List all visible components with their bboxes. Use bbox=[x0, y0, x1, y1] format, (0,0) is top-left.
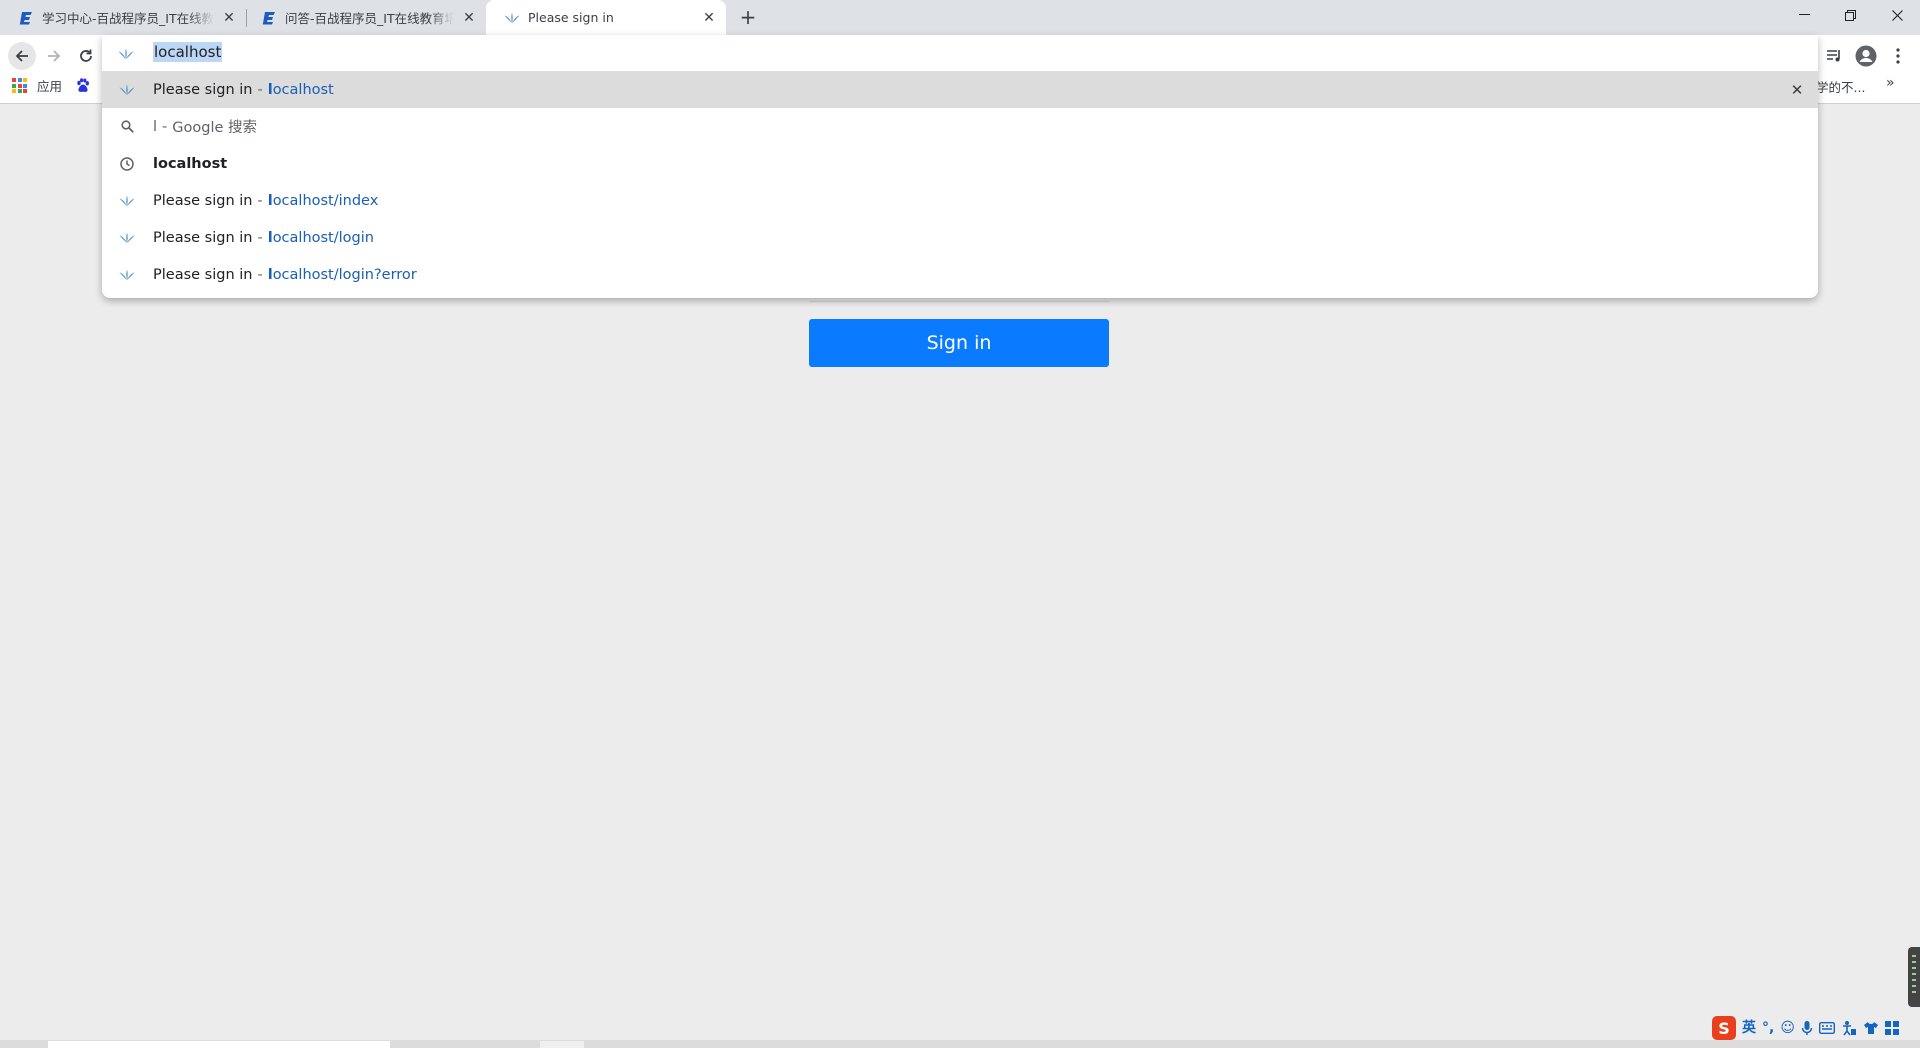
suggestion-separator: - bbox=[162, 118, 168, 135]
spring-icon bbox=[118, 266, 136, 284]
arrow-left-icon bbox=[15, 50, 28, 62]
suggestion-query: l bbox=[153, 118, 158, 135]
emoji-icon[interactable]: ☺ bbox=[1780, 1018, 1795, 1038]
restore-icon bbox=[1844, 9, 1856, 21]
suggestion-item[interactable]: Please sign in - localhost/index bbox=[102, 182, 1818, 219]
spring-icon bbox=[118, 45, 134, 64]
tab-strip: 学习中心-百战程序员_IT在线教育 ✕ 问答-百战程序员_IT在线教育培训 ✕ … bbox=[0, 0, 1920, 35]
media-control-button[interactable] bbox=[1820, 42, 1848, 70]
suggestion-item[interactable]: localhost bbox=[102, 145, 1818, 182]
address-input-text[interactable]: localhost bbox=[153, 42, 223, 62]
new-tab-button[interactable]: + bbox=[736, 5, 760, 29]
sogou-logo-icon[interactable]: S bbox=[1712, 1016, 1736, 1040]
search-icon bbox=[118, 118, 136, 136]
suggestion-item[interactable]: Please sign in - localhost/login?error bbox=[102, 256, 1818, 293]
bookmark-apps-label: 应用 bbox=[37, 79, 63, 94]
close-icon[interactable]: ✕ bbox=[700, 9, 718, 27]
back-button[interactable] bbox=[8, 42, 36, 70]
suggestion-url: localhost/login?error bbox=[267, 266, 417, 283]
sign-in-button[interactable]: Sign in bbox=[809, 319, 1109, 367]
minimize-button[interactable] bbox=[1781, 0, 1827, 30]
profile-button[interactable] bbox=[1852, 42, 1880, 70]
bookmark-overflow-item[interactable]: 学的不... bbox=[1816, 77, 1865, 96]
close-icon[interactable]: ✕ bbox=[460, 9, 478, 27]
suggestion-title: Please sign in bbox=[153, 192, 253, 209]
side-panel-handle[interactable] bbox=[1908, 947, 1920, 1007]
microphone-icon[interactable] bbox=[1801, 1020, 1813, 1036]
tab-title: 学习中心-百战程序员_IT在线教育 bbox=[42, 11, 214, 26]
account-icon bbox=[1855, 45, 1877, 67]
tab-title: 问答-百战程序员_IT在线教育培训 bbox=[285, 11, 454, 26]
suggestion-separator: - bbox=[257, 266, 263, 283]
remove-suggestion-icon[interactable]: ✕ bbox=[1788, 81, 1806, 99]
suggestion-history-text: localhost bbox=[153, 155, 228, 172]
bookmark-apps[interactable]: 应用 bbox=[12, 76, 62, 95]
ime-mode-label[interactable]: 英 bbox=[1742, 1018, 1756, 1038]
close-icon[interactable]: ✕ bbox=[220, 9, 238, 27]
history-clock-icon bbox=[118, 155, 136, 173]
ime-toolbar: S 英 °, ☺ bbox=[1712, 1016, 1899, 1040]
bz-icon bbox=[18, 10, 34, 26]
suggestion-title: Please sign in bbox=[153, 229, 253, 246]
chevron-double-right-icon[interactable]: » bbox=[1886, 75, 1895, 91]
suggestion-url: localhost/login bbox=[267, 229, 374, 246]
spring-icon bbox=[118, 192, 136, 210]
accessibility-icon[interactable] bbox=[1841, 1020, 1857, 1036]
tab-please-sign-in[interactable]: Please sign in ✕ bbox=[486, 0, 726, 35]
suggestion-engine: Google 搜索 bbox=[172, 120, 258, 136]
suggestion-title: Please sign in bbox=[153, 81, 253, 98]
close-window-button[interactable] bbox=[1874, 0, 1920, 30]
playlist-icon bbox=[1827, 50, 1840, 62]
suggestion-separator: - bbox=[257, 229, 263, 246]
password-input[interactable] bbox=[809, 298, 1109, 302]
tab-title: Please sign in bbox=[528, 10, 614, 25]
suggestion-item[interactable]: Please sign in - localhost/login bbox=[102, 219, 1818, 256]
arrow-right-icon bbox=[48, 50, 61, 62]
suggestion-url: localhost bbox=[267, 81, 334, 98]
toolbox-grid-icon[interactable] bbox=[1884, 1021, 1899, 1035]
suggestion-item[interactable]: l - Google 搜索 bbox=[102, 108, 1818, 145]
more-vert-icon bbox=[1896, 48, 1900, 64]
suggestion-separator: - bbox=[257, 81, 263, 98]
omnibox-dropdown: localhost Please sign in - localhost ✕ l… bbox=[102, 35, 1818, 298]
suggestion-separator: - bbox=[257, 192, 263, 209]
reload-icon bbox=[80, 49, 92, 62]
bottom-bar-segment bbox=[48, 1041, 390, 1048]
reload-button[interactable] bbox=[72, 42, 100, 70]
suggestion-title: Please sign in bbox=[153, 266, 253, 283]
minimize-icon bbox=[1798, 14, 1810, 15]
close-icon bbox=[1891, 9, 1903, 21]
suggestion-item[interactable]: Please sign in - localhost ✕ bbox=[102, 71, 1818, 108]
tab-qa[interactable]: 问答-百战程序员_IT在线教育培训 ✕ bbox=[247, 0, 486, 35]
forward-button[interactable] bbox=[40, 42, 68, 70]
bottom-bar-segment bbox=[540, 1041, 584, 1048]
address-bar[interactable]: localhost bbox=[102, 35, 1818, 71]
skin-shirt-icon[interactable] bbox=[1863, 1021, 1879, 1035]
tab-study-center[interactable]: 学习中心-百战程序员_IT在线教育 ✕ bbox=[0, 0, 246, 35]
spring-icon bbox=[118, 81, 136, 99]
spring-icon bbox=[504, 10, 520, 26]
punctuation-icon[interactable]: °, bbox=[1762, 1018, 1774, 1038]
restore-button[interactable] bbox=[1827, 0, 1873, 30]
apps-grid-icon bbox=[12, 78, 27, 93]
bookmark-baidu[interactable] bbox=[76, 78, 90, 97]
bz-icon bbox=[261, 10, 277, 26]
spring-icon bbox=[118, 229, 136, 247]
baidu-paw-icon bbox=[77, 78, 89, 92]
suggestion-url: localhost/index bbox=[267, 192, 379, 209]
browser-menu-button[interactable] bbox=[1884, 42, 1912, 70]
keyboard-icon[interactable] bbox=[1818, 1022, 1835, 1034]
